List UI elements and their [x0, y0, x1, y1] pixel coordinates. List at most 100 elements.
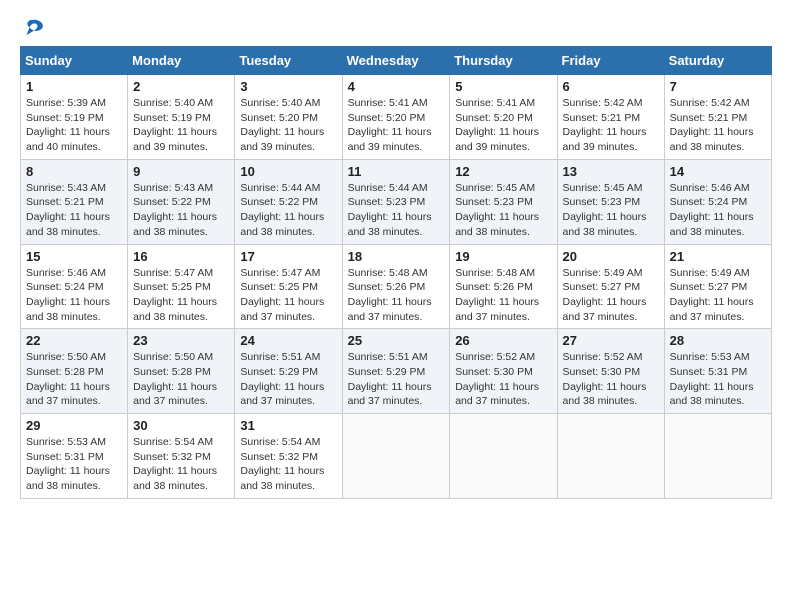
- day-number: 10: [240, 164, 336, 179]
- calendar-day-header: Friday: [557, 47, 664, 75]
- day-number: 27: [563, 333, 659, 348]
- day-info: Sunrise: 5:49 AM Sunset: 5:27 PM Dayligh…: [563, 266, 659, 325]
- day-number: 5: [455, 79, 551, 94]
- calendar-day-header: Wednesday: [342, 47, 450, 75]
- logo: [20, 16, 44, 38]
- calendar-cell: 17 Sunrise: 5:47 AM Sunset: 5:25 PM Dayl…: [235, 244, 342, 329]
- day-number: 29: [26, 418, 122, 433]
- day-number: 14: [670, 164, 766, 179]
- calendar-day-header: Monday: [128, 47, 235, 75]
- calendar-cell: 9 Sunrise: 5:43 AM Sunset: 5:22 PM Dayli…: [128, 159, 235, 244]
- day-info: Sunrise: 5:42 AM Sunset: 5:21 PM Dayligh…: [670, 96, 766, 155]
- day-number: 11: [348, 164, 445, 179]
- day-info: Sunrise: 5:40 AM Sunset: 5:20 PM Dayligh…: [240, 96, 336, 155]
- calendar-day-header: Saturday: [664, 47, 771, 75]
- calendar-cell: [342, 414, 450, 499]
- calendar-cell: 11 Sunrise: 5:44 AM Sunset: 5:23 PM Dayl…: [342, 159, 450, 244]
- day-number: 8: [26, 164, 122, 179]
- calendar-cell: 8 Sunrise: 5:43 AM Sunset: 5:21 PM Dayli…: [21, 159, 128, 244]
- day-info: Sunrise: 5:39 AM Sunset: 5:19 PM Dayligh…: [26, 96, 122, 155]
- calendar-cell: 7 Sunrise: 5:42 AM Sunset: 5:21 PM Dayli…: [664, 75, 771, 160]
- calendar-cell: 20 Sunrise: 5:49 AM Sunset: 5:27 PM Dayl…: [557, 244, 664, 329]
- calendar-cell: 16 Sunrise: 5:47 AM Sunset: 5:25 PM Dayl…: [128, 244, 235, 329]
- calendar-cell: [450, 414, 557, 499]
- calendar-day-header: Sunday: [21, 47, 128, 75]
- calendar-cell: 29 Sunrise: 5:53 AM Sunset: 5:31 PM Dayl…: [21, 414, 128, 499]
- day-info: Sunrise: 5:52 AM Sunset: 5:30 PM Dayligh…: [455, 350, 551, 409]
- day-info: Sunrise: 5:54 AM Sunset: 5:32 PM Dayligh…: [240, 435, 336, 494]
- day-number: 24: [240, 333, 336, 348]
- day-number: 4: [348, 79, 445, 94]
- day-number: 31: [240, 418, 336, 433]
- day-info: Sunrise: 5:53 AM Sunset: 5:31 PM Dayligh…: [670, 350, 766, 409]
- day-number: 23: [133, 333, 229, 348]
- calendar-cell: 23 Sunrise: 5:50 AM Sunset: 5:28 PM Dayl…: [128, 329, 235, 414]
- calendar-cell: 1 Sunrise: 5:39 AM Sunset: 5:19 PM Dayli…: [21, 75, 128, 160]
- calendar-cell: 15 Sunrise: 5:46 AM Sunset: 5:24 PM Dayl…: [21, 244, 128, 329]
- calendar-cell: 27 Sunrise: 5:52 AM Sunset: 5:30 PM Dayl…: [557, 329, 664, 414]
- day-info: Sunrise: 5:46 AM Sunset: 5:24 PM Dayligh…: [26, 266, 122, 325]
- calendar-cell: 6 Sunrise: 5:42 AM Sunset: 5:21 PM Dayli…: [557, 75, 664, 160]
- calendar-cell: 12 Sunrise: 5:45 AM Sunset: 5:23 PM Dayl…: [450, 159, 557, 244]
- calendar-cell: 25 Sunrise: 5:51 AM Sunset: 5:29 PM Dayl…: [342, 329, 450, 414]
- day-number: 25: [348, 333, 445, 348]
- day-info: Sunrise: 5:43 AM Sunset: 5:22 PM Dayligh…: [133, 181, 229, 240]
- calendar-cell: 19 Sunrise: 5:48 AM Sunset: 5:26 PM Dayl…: [450, 244, 557, 329]
- day-info: Sunrise: 5:47 AM Sunset: 5:25 PM Dayligh…: [240, 266, 336, 325]
- day-info: Sunrise: 5:52 AM Sunset: 5:30 PM Dayligh…: [563, 350, 659, 409]
- day-info: Sunrise: 5:50 AM Sunset: 5:28 PM Dayligh…: [26, 350, 122, 409]
- calendar-cell: 21 Sunrise: 5:49 AM Sunset: 5:27 PM Dayl…: [664, 244, 771, 329]
- day-info: Sunrise: 5:47 AM Sunset: 5:25 PM Dayligh…: [133, 266, 229, 325]
- day-number: 16: [133, 249, 229, 264]
- calendar-cell: 5 Sunrise: 5:41 AM Sunset: 5:20 PM Dayli…: [450, 75, 557, 160]
- calendar-cell: 30 Sunrise: 5:54 AM Sunset: 5:32 PM Dayl…: [128, 414, 235, 499]
- calendar-cell: 31 Sunrise: 5:54 AM Sunset: 5:32 PM Dayl…: [235, 414, 342, 499]
- day-info: Sunrise: 5:41 AM Sunset: 5:20 PM Dayligh…: [455, 96, 551, 155]
- day-info: Sunrise: 5:48 AM Sunset: 5:26 PM Dayligh…: [348, 266, 445, 325]
- day-info: Sunrise: 5:51 AM Sunset: 5:29 PM Dayligh…: [240, 350, 336, 409]
- day-info: Sunrise: 5:46 AM Sunset: 5:24 PM Dayligh…: [670, 181, 766, 240]
- day-info: Sunrise: 5:49 AM Sunset: 5:27 PM Dayligh…: [670, 266, 766, 325]
- day-number: 3: [240, 79, 336, 94]
- day-info: Sunrise: 5:41 AM Sunset: 5:20 PM Dayligh…: [348, 96, 445, 155]
- calendar-header-row: SundayMondayTuesdayWednesdayThursdayFrid…: [21, 47, 772, 75]
- day-number: 30: [133, 418, 229, 433]
- day-number: 15: [26, 249, 122, 264]
- logo-bird-icon: [22, 16, 44, 38]
- day-info: Sunrise: 5:50 AM Sunset: 5:28 PM Dayligh…: [133, 350, 229, 409]
- calendar-week-row: 8 Sunrise: 5:43 AM Sunset: 5:21 PM Dayli…: [21, 159, 772, 244]
- day-number: 28: [670, 333, 766, 348]
- day-number: 1: [26, 79, 122, 94]
- calendar-table: SundayMondayTuesdayWednesdayThursdayFrid…: [20, 46, 772, 499]
- calendar-cell: 22 Sunrise: 5:50 AM Sunset: 5:28 PM Dayl…: [21, 329, 128, 414]
- calendar-cell: 26 Sunrise: 5:52 AM Sunset: 5:30 PM Dayl…: [450, 329, 557, 414]
- calendar-cell: 18 Sunrise: 5:48 AM Sunset: 5:26 PM Dayl…: [342, 244, 450, 329]
- day-number: 2: [133, 79, 229, 94]
- day-number: 19: [455, 249, 551, 264]
- day-info: Sunrise: 5:54 AM Sunset: 5:32 PM Dayligh…: [133, 435, 229, 494]
- page-header: [20, 16, 772, 38]
- day-info: Sunrise: 5:48 AM Sunset: 5:26 PM Dayligh…: [455, 266, 551, 325]
- day-info: Sunrise: 5:42 AM Sunset: 5:21 PM Dayligh…: [563, 96, 659, 155]
- calendar-cell: 14 Sunrise: 5:46 AM Sunset: 5:24 PM Dayl…: [664, 159, 771, 244]
- day-number: 6: [563, 79, 659, 94]
- day-info: Sunrise: 5:43 AM Sunset: 5:21 PM Dayligh…: [26, 181, 122, 240]
- calendar-week-row: 29 Sunrise: 5:53 AM Sunset: 5:31 PM Dayl…: [21, 414, 772, 499]
- day-info: Sunrise: 5:45 AM Sunset: 5:23 PM Dayligh…: [455, 181, 551, 240]
- calendar-day-header: Tuesday: [235, 47, 342, 75]
- day-number: 12: [455, 164, 551, 179]
- day-number: 26: [455, 333, 551, 348]
- calendar-cell: [557, 414, 664, 499]
- calendar-week-row: 1 Sunrise: 5:39 AM Sunset: 5:19 PM Dayli…: [21, 75, 772, 160]
- day-number: 22: [26, 333, 122, 348]
- day-number: 13: [563, 164, 659, 179]
- day-number: 18: [348, 249, 445, 264]
- day-number: 7: [670, 79, 766, 94]
- day-number: 20: [563, 249, 659, 264]
- day-info: Sunrise: 5:45 AM Sunset: 5:23 PM Dayligh…: [563, 181, 659, 240]
- calendar-week-row: 15 Sunrise: 5:46 AM Sunset: 5:24 PM Dayl…: [21, 244, 772, 329]
- calendar-cell: 10 Sunrise: 5:44 AM Sunset: 5:22 PM Dayl…: [235, 159, 342, 244]
- calendar-cell: 2 Sunrise: 5:40 AM Sunset: 5:19 PM Dayli…: [128, 75, 235, 160]
- day-info: Sunrise: 5:40 AM Sunset: 5:19 PM Dayligh…: [133, 96, 229, 155]
- day-info: Sunrise: 5:53 AM Sunset: 5:31 PM Dayligh…: [26, 435, 122, 494]
